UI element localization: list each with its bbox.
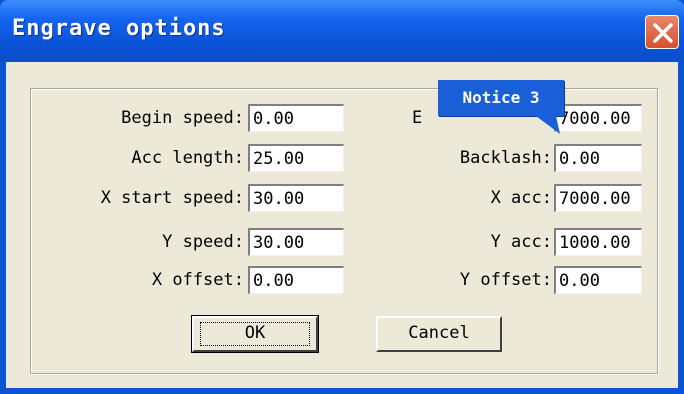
x-acc-label: X acc: [490, 188, 552, 208]
e-speed-label: E [412, 108, 423, 128]
y-offset-input[interactable] [554, 266, 642, 294]
y-acc-label: Y acc: [490, 232, 552, 252]
y-speed-label: Y speed: [162, 232, 244, 252]
e-speed-input[interactable] [554, 104, 642, 132]
backlash-label: Backlash: [459, 148, 552, 168]
y-offset-label: Y offset: [459, 270, 552, 290]
x-acc-input[interactable] [554, 184, 642, 212]
title-bar[interactable]: Engrave options [0, 0, 684, 62]
acc-length-label: Acc length: [131, 148, 244, 168]
focus-rectangle [200, 322, 310, 346]
ok-button[interactable]: OK [191, 315, 319, 353]
cancel-button[interactable]: Cancel [376, 316, 502, 352]
begin-speed-label: Begin speed: [121, 108, 244, 128]
x-offset-input[interactable] [248, 266, 344, 294]
backlash-input[interactable] [554, 144, 642, 172]
x-start-speed-input[interactable] [248, 184, 344, 212]
begin-speed-input[interactable] [248, 104, 344, 132]
y-speed-input[interactable] [248, 228, 344, 256]
cancel-label: Cancel [408, 323, 470, 343]
tooltip-text: Notice 3 [462, 88, 540, 107]
x-start-speed-label: X start speed: [100, 188, 244, 208]
y-acc-input[interactable] [554, 228, 642, 256]
close-button[interactable] [645, 15, 679, 49]
dialog-window: Engrave options Begin speed: Acc length:… [0, 0, 684, 394]
x-offset-label: X offset: [151, 270, 244, 290]
tooltip-pointer [536, 116, 560, 134]
dialog-client: Begin speed: Acc length: X start speed: … [6, 62, 678, 388]
notice-tooltip: Notice 3 [438, 80, 564, 116]
dialog-title: Engrave options [12, 16, 226, 41]
close-icon [653, 23, 673, 43]
acc-length-input[interactable] [248, 144, 344, 172]
